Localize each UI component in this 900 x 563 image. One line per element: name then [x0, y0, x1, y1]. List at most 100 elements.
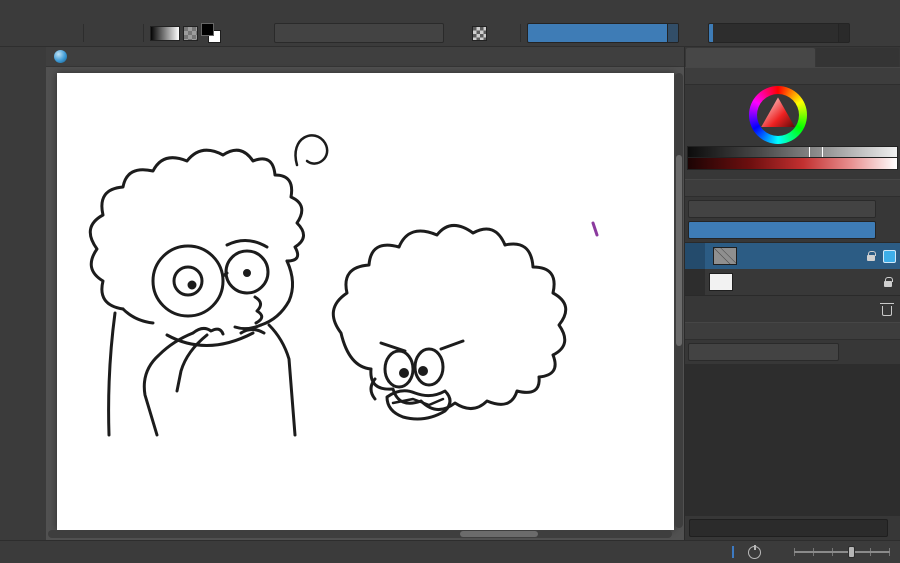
grid-view-button[interactable] — [879, 343, 897, 361]
menu-bar — [0, 0, 900, 20]
tab-tool-options[interactable] — [815, 48, 899, 67]
sketch-left-face-right — [259, 259, 294, 327]
sketch-left-pupil — [187, 280, 197, 290]
brush-presets-header — [685, 322, 900, 340]
sketch-purple-mark — [591, 221, 599, 237]
hscroll-handle[interactable] — [459, 531, 538, 537]
status-bar — [0, 540, 900, 563]
layer-opacity-slider[interactable] — [688, 221, 876, 239]
sketch-left-neckline — [165, 331, 255, 347]
layer-properties-button[interactable] — [770, 300, 788, 318]
size-spinner[interactable] — [838, 24, 849, 42]
zoom-slider-handle[interactable] — [847, 546, 855, 558]
sketch-right-eye-right — [413, 347, 445, 387]
trash-icon — [880, 302, 894, 316]
save-document-button[interactable] — [55, 22, 77, 44]
layer-blend-mode-select[interactable] — [688, 200, 876, 218]
lock-icon[interactable] — [884, 277, 893, 287]
delete-layer-button[interactable] — [878, 300, 896, 318]
preserve-alpha-button[interactable] — [472, 25, 487, 41]
sketch-left-nose — [253, 295, 264, 325]
sketch-artwork — [88, 134, 599, 437]
sketch-left-torso-left — [107, 311, 117, 437]
shade-strip-gray[interactable] — [687, 146, 898, 158]
layer-color-label[interactable] — [883, 249, 896, 263]
preset-search-row — [685, 516, 900, 540]
sketch-left-hand — [191, 326, 225, 336]
sketch-left-chin — [233, 323, 263, 331]
undo-button[interactable] — [90, 22, 112, 44]
layer-list — [685, 242, 900, 296]
color-wheel[interactable] — [749, 86, 807, 144]
sketch-right-pupil-left — [399, 368, 409, 378]
search-input[interactable] — [689, 519, 888, 537]
sketch-right-hair — [331, 224, 568, 411]
main-toolbar — [0, 20, 900, 47]
shade-strip-red[interactable] — [687, 158, 898, 170]
sketch-left-pupil2 — [243, 269, 251, 277]
sketch-right-brow-right — [439, 339, 465, 351]
shade-selector — [687, 146, 898, 170]
toolbar-separator — [520, 24, 521, 42]
document-close-button[interactable] — [662, 48, 680, 66]
layer-filter-button[interactable] — [879, 200, 897, 218]
duplicate-layer-button[interactable] — [710, 300, 728, 318]
krita-window — [0, 0, 900, 563]
layer-visibility-toggle[interactable] — [685, 243, 705, 269]
sketch-left-brow — [225, 239, 269, 249]
docker-panel — [684, 47, 900, 540]
preset-filter-select[interactable] — [688, 343, 839, 361]
layer-opacity-row — [685, 221, 900, 242]
new-document-button[interactable] — [5, 22, 27, 44]
blend-mode-select[interactable] — [274, 23, 444, 43]
canvas[interactable] — [57, 73, 674, 530]
canvas-rotation[interactable] — [748, 544, 766, 559]
add-layer-button[interactable] — [689, 300, 707, 318]
advanced-color-selector — [685, 85, 900, 179]
workspace-chooser-button[interactable] — [224, 22, 246, 44]
opacity-value — [528, 24, 678, 42]
pattern-chooser[interactable] — [183, 25, 198, 41]
layer-row-background[interactable] — [685, 269, 900, 295]
layer-buttons — [685, 296, 900, 322]
size-slider[interactable] — [708, 23, 850, 43]
layer-options-button[interactable] — [879, 221, 897, 239]
layer-thumbnail — [709, 273, 733, 291]
image-size-label — [732, 546, 734, 558]
move-layer-down-button[interactable] — [730, 300, 748, 318]
redo-button[interactable] — [115, 22, 137, 44]
toolbar-separator — [83, 24, 84, 42]
layer-thumbnail — [713, 247, 737, 265]
sketch-left-lens-big — [151, 244, 225, 318]
sketch-left-hair — [88, 148, 305, 311]
layer-opacity-value — [689, 222, 875, 238]
eraser-mode-button[interactable] — [447, 22, 469, 44]
canvas-workspace — [46, 47, 684, 540]
document-titlebar[interactable] — [46, 47, 684, 67]
fg-bg-color-swatch[interactable] — [201, 23, 221, 43]
sketch-left-arm-outer — [142, 331, 195, 437]
gradient-chooser[interactable] — [150, 25, 180, 41]
tag-button[interactable] — [842, 343, 855, 361]
vscroll-handle[interactable] — [676, 154, 682, 346]
canvas-horizontal-scrollbar[interactable] — [48, 530, 672, 538]
layer-row-paint-layer-1[interactable] — [685, 243, 900, 269]
canvas-vertical-scrollbar[interactable] — [675, 73, 683, 528]
docker-tabs — [685, 47, 900, 67]
brush-editor-button[interactable] — [249, 22, 271, 44]
color-selector-header — [685, 67, 900, 85]
list-view-button[interactable] — [858, 343, 876, 361]
toolbox — [0, 47, 46, 540]
opacity-spinner[interactable] — [667, 24, 678, 42]
rotation-dial-icon — [748, 544, 761, 559]
reload-preset-button[interactable] — [490, 22, 512, 44]
opacity-slider[interactable] — [527, 23, 679, 43]
open-document-button[interactable] — [30, 22, 52, 44]
layer-blend-row — [685, 197, 900, 221]
layer-visibility-toggle[interactable] — [685, 269, 705, 295]
tab-advanced-color-selector[interactable] — [686, 48, 815, 67]
move-layer-up-button[interactable] — [750, 300, 768, 318]
lock-icon[interactable] — [867, 251, 876, 261]
zoom-slider[interactable] — [794, 545, 890, 559]
brush-preset-grid — [685, 364, 900, 516]
